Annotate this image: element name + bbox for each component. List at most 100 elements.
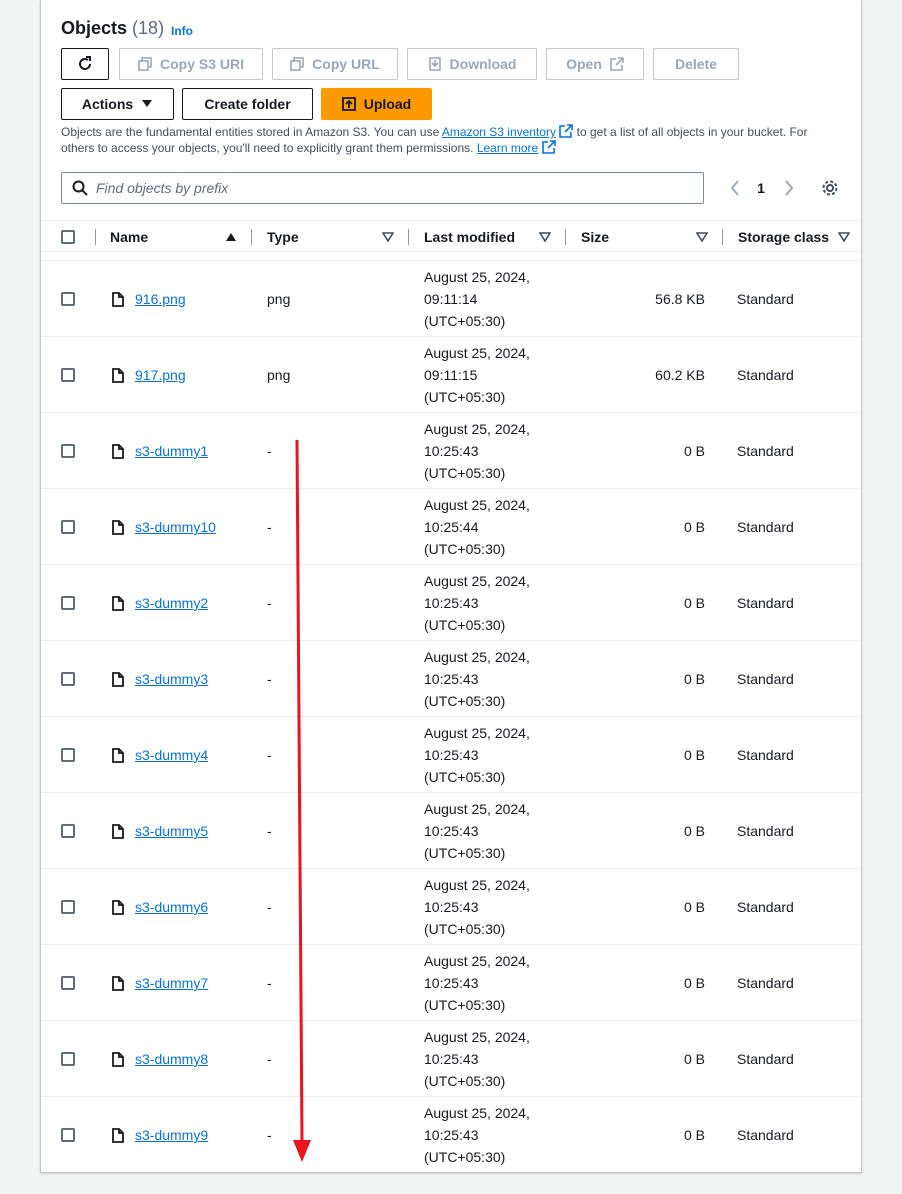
time-line: 10:25:43 — [424, 443, 479, 459]
column-header-last-modified[interactable]: Last modified — [424, 221, 515, 253]
table-row[interactable]: s3-dummy9 - August 25, 2024, 10:25:43 (U… — [41, 1096, 861, 1172]
file-icon — [112, 793, 124, 869]
object-name-link[interactable]: s3-dummy3 — [135, 671, 208, 687]
timezone-line: (UTC+05:30) — [424, 997, 506, 1013]
object-type: png — [267, 291, 291, 307]
time-line: 10:25:43 — [424, 1051, 479, 1067]
search-input[interactable] — [96, 180, 686, 196]
object-name-link[interactable]: s3-dummy5 — [135, 823, 208, 839]
next-page-button[interactable] — [779, 176, 799, 200]
row-checkbox[interactable] — [61, 1097, 75, 1173]
table-row[interactable]: s3-dummy6 - August 25, 2024, 10:25:43 (U… — [41, 868, 861, 944]
table-row[interactable]: s3-dummy2 - August 25, 2024, 10:25:43 (U… — [41, 564, 861, 640]
object-name-link[interactable]: s3-dummy2 — [135, 595, 208, 611]
column-header-name[interactable]: Name — [110, 221, 148, 253]
row-checkbox[interactable] — [61, 717, 75, 793]
column-header-size[interactable]: Size — [581, 221, 609, 253]
sort-icon[interactable] — [696, 221, 708, 253]
search-box[interactable] — [61, 172, 704, 204]
row-checkbox[interactable] — [61, 641, 75, 717]
file-icon — [112, 489, 124, 565]
object-name-link[interactable]: s3-dummy1 — [135, 443, 208, 459]
row-checkbox[interactable] — [61, 261, 75, 337]
column-header-storage-class[interactable]: Storage class — [738, 221, 829, 253]
learn-more-link[interactable]: Learn more — [477, 141, 538, 155]
table-row[interactable]: s3-dummy10 - August 25, 2024, 10:25:44 (… — [41, 488, 861, 564]
object-size: 0 B — [683, 975, 705, 991]
storage-class: Standard — [737, 747, 794, 763]
object-name-link[interactable]: s3-dummy8 — [135, 1051, 208, 1067]
object-name-link[interactable]: s3-dummy6 — [135, 899, 208, 915]
table-row[interactable]: s3-dummy3 - August 25, 2024, 10:25:43 (U… — [41, 640, 861, 716]
settings-button[interactable] — [819, 176, 841, 200]
file-icon — [112, 413, 124, 489]
sort-icon[interactable] — [382, 221, 394, 253]
row-checkbox[interactable] — [61, 413, 75, 489]
date-line: August 25, 2024, — [424, 1029, 530, 1045]
object-name-link[interactable]: s3-dummy10 — [135, 519, 216, 535]
select-all-checkbox[interactable] — [61, 221, 75, 253]
create-folder-button[interactable]: Create folder — [182, 88, 313, 120]
row-checkbox[interactable] — [61, 793, 75, 869]
info-link[interactable]: Info — [171, 24, 193, 38]
object-size: 60.2 KB — [655, 367, 705, 383]
object-size: 0 B — [683, 747, 705, 763]
last-modified: August 25, 2024, 09:11:14 (UTC+05:30) — [424, 261, 530, 337]
last-modified: August 25, 2024, 10:25:43 (UTC+05:30) — [424, 641, 530, 717]
description-part1: Objects are the fundamental entities sto… — [61, 125, 442, 139]
time-line: 09:11:14 — [424, 291, 478, 307]
storage-class: Standard — [737, 671, 794, 687]
timezone-line: (UTC+05:30) — [424, 541, 506, 557]
page-number[interactable]: 1 — [751, 176, 771, 200]
row-checkbox[interactable] — [61, 1021, 75, 1097]
object-size: 0 B — [683, 899, 705, 915]
object-count: (18) — [132, 18, 165, 38]
open-button[interactable]: Open — [546, 48, 644, 80]
s3-inventory-link[interactable]: Amazon S3 inventory — [442, 125, 556, 139]
row-checkbox[interactable] — [61, 869, 75, 945]
last-modified: August 25, 2024, 10:25:43 (UTC+05:30) — [424, 413, 530, 489]
row-checkbox[interactable] — [61, 489, 75, 565]
copy-s3-uri-button[interactable]: Copy S3 URI — [119, 48, 263, 80]
external-link-icon — [541, 140, 556, 154]
sort-icon[interactable] — [539, 221, 551, 253]
object-name-link[interactable]: 916.png — [135, 291, 186, 307]
sort-icon[interactable] — [838, 221, 850, 253]
object-name-link[interactable]: s3-dummy7 — [135, 975, 208, 991]
timezone-line: (UTC+05:30) — [424, 693, 506, 709]
download-button[interactable]: Download — [407, 48, 537, 80]
table-body: 916.png png August 25, 2024, 09:11:14 (U… — [41, 260, 861, 1172]
table-row[interactable]: s3-dummy8 - August 25, 2024, 10:25:43 (U… — [41, 1020, 861, 1096]
object-type: - — [267, 595, 272, 611]
object-name-link[interactable]: 917.png — [135, 367, 186, 383]
sort-ascending-icon[interactable] — [225, 221, 237, 253]
row-checkbox[interactable] — [61, 565, 75, 641]
table-row[interactable]: 916.png png August 25, 2024, 09:11:14 (U… — [41, 260, 861, 336]
table-row[interactable]: s3-dummy7 - August 25, 2024, 10:25:43 (U… — [41, 944, 861, 1020]
actions-dropdown[interactable]: Actions — [61, 88, 174, 120]
copy-url-button[interactable]: Copy URL — [272, 48, 398, 80]
actions-label: Actions — [81, 96, 134, 112]
external-link-icon — [610, 57, 624, 71]
object-name-link[interactable]: s3-dummy9 — [135, 1127, 208, 1143]
table-row[interactable]: s3-dummy5 - August 25, 2024, 10:25:43 (U… — [41, 792, 861, 868]
refresh-icon — [79, 56, 91, 70]
date-line: August 25, 2024, — [424, 801, 530, 817]
row-checkbox[interactable] — [61, 337, 75, 413]
table-row[interactable]: 917.png png August 25, 2024, 09:11:15 (U… — [41, 336, 861, 412]
table-row[interactable]: s3-dummy4 - August 25, 2024, 10:25:43 (U… — [41, 716, 861, 792]
file-icon — [112, 945, 124, 1021]
object-size: 0 B — [683, 823, 705, 839]
delete-button[interactable]: Delete — [653, 48, 739, 80]
row-checkbox[interactable] — [61, 945, 75, 1021]
column-header-type[interactable]: Type — [267, 221, 299, 253]
upload-button[interactable]: Upload — [321, 88, 432, 120]
object-type: - — [267, 671, 272, 687]
refresh-button[interactable] — [61, 48, 109, 80]
prev-page-button[interactable] — [725, 176, 745, 200]
object-name-link[interactable]: s3-dummy4 — [135, 747, 208, 763]
table-row[interactable]: s3-dummy1 - August 25, 2024, 10:25:43 (U… — [41, 412, 861, 488]
object-type: - — [267, 1051, 272, 1067]
page-title: Objects (18) — [61, 18, 164, 39]
file-icon — [112, 869, 124, 945]
